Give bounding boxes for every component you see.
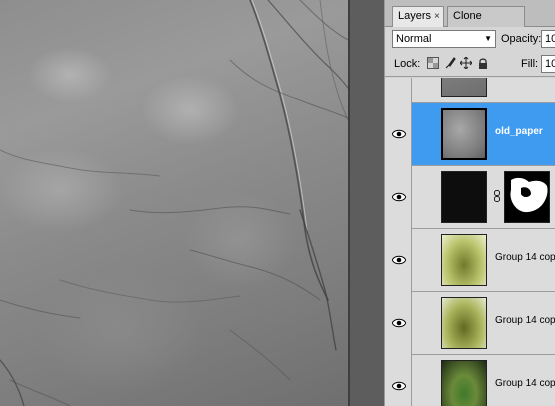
eye-icon[interactable] [392,255,406,265]
layer-thumbnail [441,78,487,97]
tab-layers[interactable]: Layers × [392,6,444,28]
layers-list: old_paper Group 14 cop Group 14 cop Grou… [385,78,555,406]
document-canvas[interactable] [0,0,348,406]
layer-thumbnail [441,234,487,286]
canvas-scroll-gutter [348,0,384,406]
layer-row-masked[interactable] [385,166,555,229]
lock-transparency-icon[interactable] [427,57,439,69]
lock-label: Lock: [394,58,421,70]
blend-mode-select[interactable]: Normal ▼ [392,30,496,48]
lock-icon[interactable] [477,57,489,69]
opacity-label: Opacity: [501,33,542,45]
layer-name: Group 14 cop [495,252,555,263]
eye-icon[interactable] [392,129,406,139]
visibility-cell[interactable] [385,103,412,166]
layer-mask-thumbnail[interactable] [504,171,550,223]
layer-thumbnail [441,108,487,160]
layer-row-group-14-copy[interactable]: Group 14 cop [385,355,555,406]
fill-label: Fill: [521,58,539,70]
visibility-cell[interactable] [385,229,412,292]
blend-mode-value: Normal [396,33,432,45]
layer-name: Group 14 cop [495,378,555,389]
layer-thumbnail [441,297,487,349]
tab-layers-label: Layers [398,10,432,22]
layer-row-group-14-copy[interactable]: Group 14 cop [385,229,555,292]
lock-options-row: Lock: Fill: 10 [385,52,555,77]
close-icon[interactable]: × [434,11,440,22]
layer-name: old_paper [495,126,543,137]
visibility-cell[interactable] [385,166,412,229]
visibility-cell[interactable] [385,78,412,103]
layer-thumbnail [441,171,487,223]
brush-icon[interactable] [444,57,456,69]
layer-row-group-14-copy[interactable]: Group 14 cop [385,292,555,355]
link-chain-icon[interactable] [494,190,500,205]
opacity-input[interactable]: 10 [541,30,555,48]
eye-icon[interactable] [392,318,406,328]
blend-options-row: Normal ▼ Opacity: 10 [385,27,555,52]
photoshop-window: Layers× Clone Source Normal ▼ Opacity: 1… [0,0,555,406]
panel-tab-bar: Layers× Clone Source [385,0,555,41]
tab-clone-source[interactable]: Clone Source [447,6,525,41]
layer-row[interactable] [385,78,555,103]
eye-icon[interactable] [392,192,406,202]
visibility-cell[interactable] [385,355,412,406]
move-icon[interactable] [459,56,473,70]
chevron-down-icon: ▼ [484,34,492,43]
paper-crease-texture [0,0,348,406]
layer-thumbnail [441,360,487,406]
layer-name: Group 14 cop [495,315,555,326]
visibility-cell[interactable] [385,292,412,355]
eye-icon[interactable] [392,381,406,391]
layers-panel: Layers× Clone Source Normal ▼ Opacity: 1… [384,0,555,406]
layer-row-old-paper[interactable]: old_paper [385,103,555,166]
fill-input[interactable]: 10 [541,55,555,73]
